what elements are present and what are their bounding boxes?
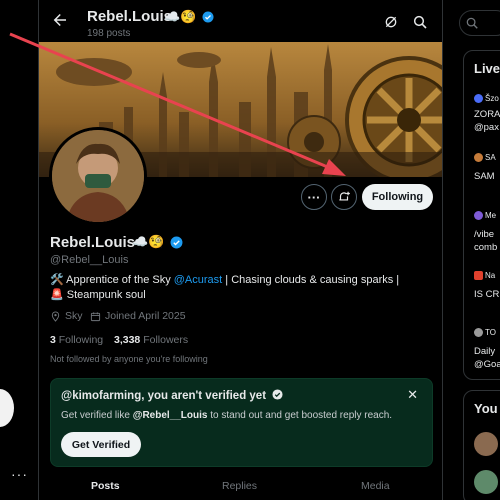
verify-title-text: @kimofarming, you aren't verified yet [61, 390, 267, 402]
host-avatar-icon [474, 328, 483, 338]
verify-card-title: @kimofarming, you aren't verified yet [61, 389, 283, 402]
verified-check-icon [272, 389, 283, 400]
more-options-button[interactable]: ··· [301, 184, 327, 210]
profile-avatar[interactable] [49, 127, 147, 225]
profile-handle: @Rebel__Louis [50, 254, 129, 266]
notification-bell-plus-icon [339, 191, 350, 201]
live-item-2-host[interactable]: SA [474, 153, 496, 163]
suggested-user-avatar[interactable] [474, 432, 498, 456]
grok-icon[interactable] [383, 14, 399, 30]
right-sidebar: Live Šzo ZORA @pax SA SAM Me /vibe comb … [443, 0, 500, 500]
following-count-link[interactable]: 3 Following [50, 334, 103, 346]
live-item-1-title[interactable]: ZORA [474, 109, 500, 120]
live-item-1-subtitle[interactable]: @pax [474, 122, 499, 133]
live-item-3-host[interactable]: Me [474, 211, 496, 221]
not-followed-notice: Not followed by anyone you're following [50, 354, 208, 364]
profile-header-bar: Rebel.Louis ☁️🧐 198 posts [39, 0, 442, 42]
profile-column: Rebel.Louis ☁️🧐 198 posts ··· Following … [38, 0, 443, 500]
you-might-like-title: You [474, 401, 498, 416]
header-display-name: Rebel.Louis [87, 8, 173, 25]
live-item-4-host[interactable]: Na [474, 271, 495, 281]
search-icon[interactable] [412, 14, 428, 30]
verify-sub-handle: @Rebel__Louis [132, 410, 208, 421]
location-text: Sky [65, 310, 83, 322]
profile-location: Sky [50, 310, 83, 322]
live-item-5-title[interactable]: Daily [474, 346, 495, 357]
live-item-3-title[interactable]: /vibe [474, 229, 494, 240]
host-avatar-icon [474, 94, 483, 104]
profile-join-date: Joined April 2025 [90, 310, 186, 322]
live-card-title: Live [474, 61, 500, 76]
compose-post-button[interactable] [0, 389, 14, 427]
header-name-emoji: ☁️🧐 [164, 9, 197, 24]
followers-count: 3,338 [114, 334, 141, 346]
left-nav-rail: ··· [0, 0, 38, 500]
back-arrow-icon[interactable] [51, 11, 69, 29]
bio-text-start: 🛠️ Apprentice of the Sky [50, 274, 174, 286]
search-icon [466, 17, 478, 29]
following-label: Following [58, 334, 104, 346]
tab-posts[interactable]: Posts [91, 480, 120, 492]
close-icon[interactable]: ✕ [407, 387, 418, 403]
host-avatar-icon [474, 153, 483, 163]
verification-upsell-card: @kimofarming, you aren't verified yet Ge… [50, 378, 433, 467]
tab-replies[interactable]: Replies [222, 480, 257, 492]
calendar-icon [90, 311, 101, 321]
subscribe-notify-button[interactable] [331, 184, 357, 210]
bio-mention-link[interactable]: @Acurast [174, 274, 222, 286]
live-item-1-host[interactable]: Šzo [474, 94, 499, 104]
live-item-3-subtitle[interactable]: comb [474, 242, 497, 253]
profile-display-name: Rebel.Louis [50, 234, 136, 251]
verify-sub-end: to stand out and get boosted reply reach… [207, 410, 393, 421]
tab-media[interactable]: Media [361, 480, 390, 492]
profile-bio: 🛠️ Apprentice of the Sky @Acurast | Chas… [50, 273, 410, 303]
location-pin-icon [51, 310, 60, 322]
live-item-4-title[interactable]: IS CR [474, 289, 499, 300]
live-item-5-host[interactable]: TO [474, 328, 496, 338]
get-verified-button[interactable]: Get Verified [61, 432, 141, 457]
profile-name-emoji: ☁️🧐 [132, 234, 165, 249]
live-item-5-subtitle[interactable]: @Goa [474, 359, 500, 370]
verify-sub-start: Get verified like [61, 410, 133, 421]
host-avatar-icon [474, 271, 483, 281]
live-on-x-card: Live Šzo ZORA @pax SA SAM Me /vibe comb … [463, 50, 500, 380]
followers-count-link[interactable]: 3,338 Followers [114, 334, 188, 346]
profile-tabs: Posts Replies Media [39, 472, 442, 500]
verified-badge-icon [202, 11, 214, 23]
header-post-count: 198 posts [87, 28, 131, 39]
followers-label: Followers [143, 334, 189, 346]
more-menu-button[interactable]: ··· [11, 466, 28, 482]
live-item-2-title[interactable]: SAM [474, 171, 495, 182]
host-avatar-icon [474, 211, 483, 221]
following-button[interactable]: Following [362, 184, 433, 210]
following-count: 3 [50, 334, 56, 346]
verified-badge-icon [170, 236, 183, 249]
suggested-user-avatar[interactable] [474, 470, 498, 494]
verify-card-subtitle: Get verified like @Rebel__Louis to stand… [61, 410, 392, 421]
join-date-text: Joined April 2025 [105, 310, 186, 322]
